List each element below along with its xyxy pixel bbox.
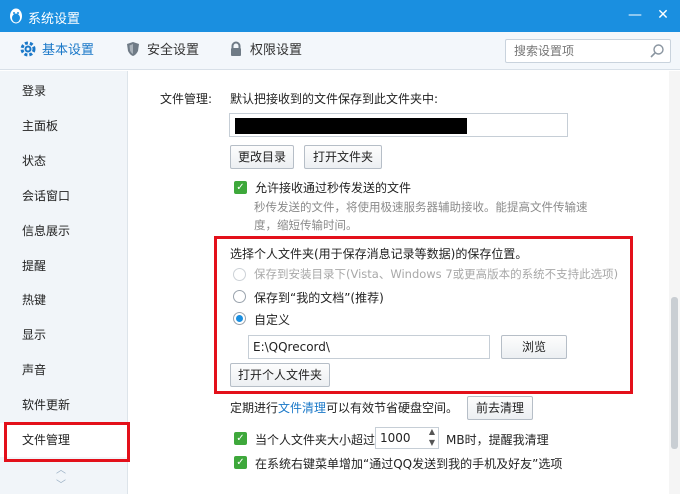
personal-folder-highlight-box bbox=[214, 236, 633, 394]
sidebar-item-chat-window[interactable]: 会话窗口 bbox=[0, 179, 128, 213]
tab-label: 基本设置 bbox=[42, 43, 95, 58]
default-save-text: 默认把接收到的文件保存到此文件夹中: bbox=[230, 92, 439, 106]
context-menu-checkbox[interactable]: ✓ bbox=[234, 456, 247, 469]
tab-permission-settings[interactable]: 权限设置 bbox=[228, 32, 302, 70]
file-management-label: 文件管理: bbox=[160, 92, 213, 106]
lock-icon bbox=[231, 41, 241, 56]
sidebar-highlight-box bbox=[4, 422, 130, 462]
qq-penguin-icon bbox=[10, 8, 22, 24]
tab-label: 权限设置 bbox=[250, 43, 303, 58]
window-title: 系统设置 bbox=[28, 12, 81, 27]
shield-icon bbox=[127, 42, 139, 56]
minimize-button[interactable]: — bbox=[624, 4, 646, 26]
sidebar-item-display[interactable]: 显示 bbox=[0, 318, 128, 352]
cleanup-prefix: 定期进行 bbox=[230, 401, 279, 415]
search-icon[interactable] bbox=[649, 43, 665, 59]
sidebar-item-status[interactable]: 状态 bbox=[0, 144, 128, 178]
size-limit-checkbox[interactable]: ✓ bbox=[234, 432, 247, 445]
stepper-up-icon[interactable]: ▲ bbox=[429, 427, 435, 436]
tab-basic-settings[interactable]: 基本设置 bbox=[20, 32, 94, 70]
sidebar-item-login[interactable]: 登录 bbox=[0, 74, 128, 108]
save-folder-path bbox=[229, 113, 568, 137]
sidebar-item-info-display[interactable]: 信息展示 bbox=[0, 214, 128, 248]
search-input[interactable] bbox=[506, 40, 641, 62]
tab-security-settings[interactable]: 安全设置 bbox=[125, 32, 199, 70]
content-scrollbar[interactable] bbox=[669, 71, 680, 494]
close-button[interactable]: ✕ bbox=[652, 4, 674, 26]
title-bar: 系统设置 — ✕ bbox=[0, 0, 680, 32]
change-dir-button[interactable]: 更改目录 bbox=[230, 145, 294, 169]
allow-flash-label: 允许接收通过秒传发送的文件 bbox=[255, 181, 412, 195]
sidebar-item-sound[interactable]: 声音 bbox=[0, 353, 128, 387]
search-box[interactable] bbox=[505, 39, 671, 63]
open-folder-button[interactable]: 打开文件夹 bbox=[304, 145, 382, 169]
flash-desc-line2: 度，缩短传输时间。 bbox=[254, 218, 358, 232]
sidebar-scroll-down-icon[interactable]: ﹀ bbox=[56, 476, 66, 491]
sidebar-scroll-up-icon[interactable]: ︿ bbox=[56, 461, 66, 476]
sidebar-item-main-panel[interactable]: 主面板 bbox=[0, 109, 128, 143]
go-cleanup-button[interactable]: 前去清理 bbox=[467, 396, 533, 420]
sidebar-item-reminder[interactable]: 提醒 bbox=[0, 249, 128, 283]
size-limit-prefix: 当个人文件夹大小超过 bbox=[255, 433, 376, 447]
redacted-path bbox=[235, 118, 467, 134]
cleanup-text: 定期进行文件清理可以有效节省硬盘空间。 bbox=[230, 399, 458, 416]
file-cleanup-link[interactable]: 文件清理 bbox=[278, 401, 326, 415]
scrollbar-thumb[interactable] bbox=[671, 297, 678, 449]
size-limit-suffix: MB时，提醒我清理 bbox=[446, 433, 549, 447]
sidebar-item-hotkey[interactable]: 热键 bbox=[0, 283, 128, 317]
allow-flash-checkbox[interactable]: ✓ bbox=[234, 181, 247, 194]
size-limit-stepper[interactable]: 1000 ▲ ▼ bbox=[375, 427, 439, 449]
cleanup-suffix: 可以有效节省硬盘空间。 bbox=[326, 401, 459, 415]
sidebar-item-software-update[interactable]: 软件更新 bbox=[0, 388, 128, 422]
size-limit-value[interactable]: 1000 bbox=[380, 431, 411, 445]
tab-label: 安全设置 bbox=[147, 43, 200, 58]
context-menu-label: 在系统右键菜单增加“通过QQ发送到我的手机及好友”选项 bbox=[255, 457, 563, 471]
gear-icon bbox=[20, 41, 36, 57]
stepper-down-icon[interactable]: ▼ bbox=[429, 438, 435, 447]
flash-desc-line1: 秒传发送的文件，将使用极速服务器辅助接收。能提高文件传输速 bbox=[254, 200, 588, 214]
